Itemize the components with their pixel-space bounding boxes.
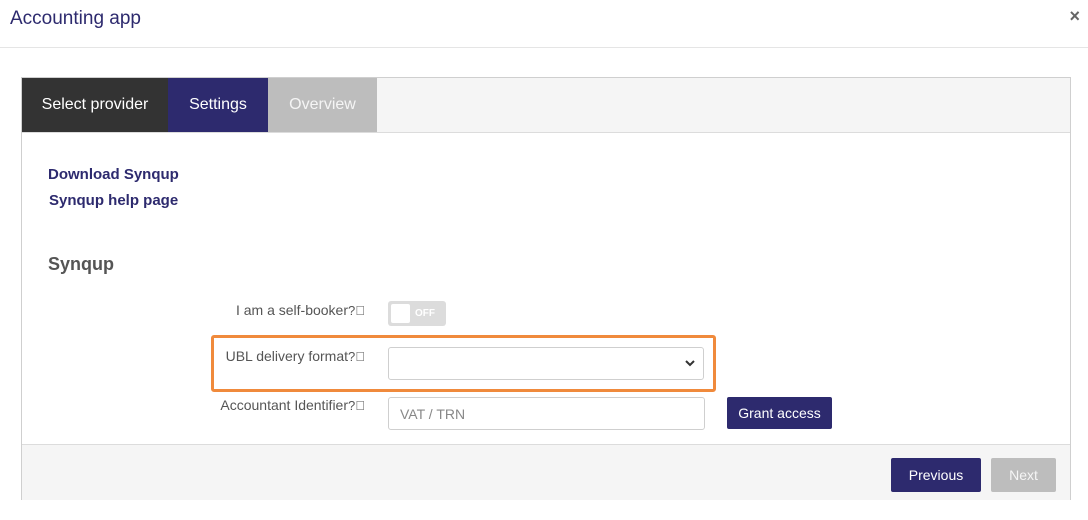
accountant-identifier-label-text: Accountant Identifier (220, 397, 349, 413)
section-title: Synqup (48, 254, 114, 274)
accountant-identifier-input[interactable] (388, 397, 705, 430)
synqup-help-link[interactable]: Synqup help page (49, 192, 178, 209)
accountant-identifier-label: Accountant Identifier?⃝ (220, 397, 365, 413)
self-booker-label: I am a self-booker?⃝ (236, 302, 365, 318)
tab-overview[interactable]: Overview (268, 78, 377, 132)
wizard-tabs: Select provider Settings Overview (22, 78, 1070, 133)
question-circle-icon[interactable]: ?⃝ (348, 398, 365, 413)
wizard-panel: Select provider Settings Overview Downlo… (21, 77, 1071, 500)
close-icon[interactable]: × (1069, 6, 1080, 27)
previous-button[interactable]: Previous (891, 458, 981, 492)
ubl-format-label: UBL delivery format?⃝ (226, 348, 365, 364)
download-synqup-link[interactable]: Download Synqup (48, 166, 179, 183)
grant-access-button[interactable]: Grant access (727, 397, 832, 429)
question-circle-icon[interactable]: ?⃝ (348, 303, 365, 318)
tab-settings[interactable]: Settings (168, 78, 268, 132)
ubl-format-select[interactable] (388, 347, 704, 380)
chevron-down-icon (685, 360, 695, 367)
self-booker-toggle[interactable]: OFF (388, 301, 446, 326)
modal-title: Accounting app (10, 8, 141, 29)
next-button[interactable]: Next (991, 458, 1056, 492)
modal-header: Accounting app × (0, 0, 1088, 48)
toggle-knob (391, 304, 410, 323)
ubl-format-label-text: UBL delivery format (225, 348, 349, 364)
toggle-state-text: OFF (415, 308, 435, 319)
self-booker-label-text: I am a self-booker (235, 302, 349, 318)
tab-select-provider[interactable]: Select provider (22, 78, 168, 132)
question-circle-icon[interactable]: ?⃝ (348, 349, 365, 364)
wizard-footer: Previous Next (22, 444, 1070, 500)
